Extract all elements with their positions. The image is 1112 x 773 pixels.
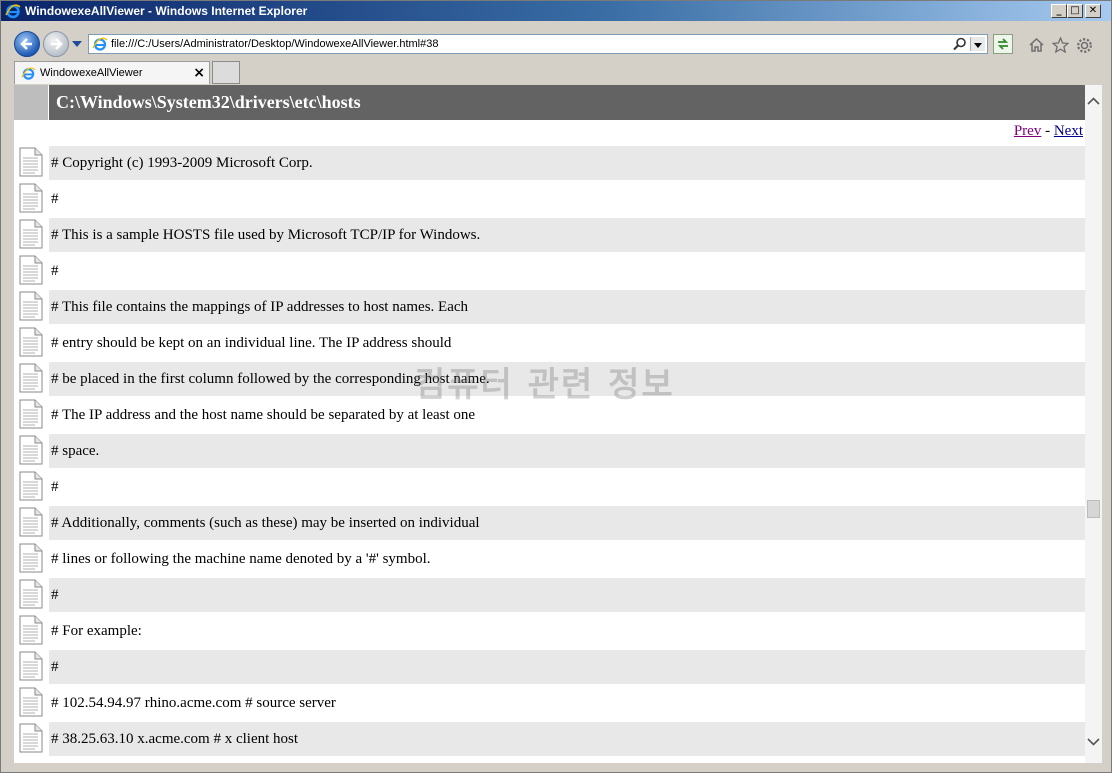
tab-close-button[interactable]: × [193,62,205,85]
navigation-bar: file:///C:/Users/Administrator/Desktop/W… [1,29,1111,61]
file-lines: # Copyright (c) 1993-2009 Microsoft Corp… [14,144,1085,756]
file-line-text: # This file contains the mappings of IP … [49,290,1085,324]
forward-icon [51,38,63,50]
pager-separator: - [1045,123,1051,139]
browser-window: WindowexeAllViewer - Windows Internet Ex… [0,0,1112,773]
file-line-row: # [14,468,1085,504]
file-line-text: # lines or following the machine name de… [51,551,431,567]
file-line-row: # This is a sample HOSTS file used by Mi… [14,216,1085,252]
back-icon [20,38,32,50]
minimize-button[interactable]: _ [1051,4,1067,18]
tools-gear-icon[interactable] [1076,37,1093,54]
compatibility-refresh-icon [997,38,1009,50]
address-dropdown-button[interactable] [970,37,985,51]
prev-link[interactable]: Prev [1014,123,1042,139]
file-line-row: # lines or following the machine name de… [14,540,1085,576]
file-line-row: # 38.25.63.10 x.acme.com # x client host [14,720,1085,756]
file-line-text: # [51,263,59,279]
scroll-up-icon[interactable] [1085,93,1102,110]
home-icon[interactable] [1028,37,1045,53]
text-file-icon [19,687,43,722]
text-file-icon [19,615,43,650]
new-tab-button[interactable] [212,61,240,84]
file-line-text: # space. [49,434,1085,468]
file-line-row: # [14,252,1085,288]
file-line-text: # [51,191,59,207]
scroll-thumb[interactable] [1087,500,1100,518]
file-line-text: # 38.25.63.10 x.acme.com # x client host [49,722,1085,756]
file-header: C:\Windows\System32\drivers\etc\hosts [14,85,1085,120]
file-line-row: # Copyright (c) 1993-2009 Microsoft Corp… [14,144,1085,180]
file-line-row: # [14,180,1085,216]
history-dropdown-icon[interactable] [72,41,82,47]
pager: Prev - Next [1014,123,1083,140]
file-line-text: # entry should be kept on an individual … [51,335,452,351]
file-line-text: # Additionally, comments (such as these)… [49,506,1085,540]
next-link[interactable]: Next [1054,123,1083,139]
maximize-button[interactable]: □ [1067,4,1083,18]
address-bar[interactable]: file:///C:/Users/Administrator/Desktop/W… [88,34,988,54]
page-ie-icon [92,37,108,51]
file-line-text: # [49,650,1085,684]
address-url: file:///C:/Users/Administrator/Desktop/W… [111,38,439,50]
header-icon-column [14,85,48,120]
file-line-row: # [14,576,1085,612]
file-line-row: # This file contains the mappings of IP … [14,288,1085,324]
text-file-icon [19,255,43,290]
tab-bar: WindowexeAllViewer × [1,61,1111,85]
page-content: C:\Windows\System32\drivers\etc\hosts Pr… [14,85,1085,763]
favorites-star-icon[interactable] [1052,37,1069,53]
ie-logo-icon [5,4,21,19]
file-line-row: # 102.54.94.97 rhino.acme.com # source s… [14,684,1085,720]
file-line-text: # [49,578,1085,612]
file-path-title: C:\Windows\System32\drivers\etc\hosts [49,85,1085,120]
file-line-text: # Copyright (c) 1993-2009 Microsoft Corp… [49,146,1085,180]
file-line-text: # [51,479,59,495]
window-title: WindowexeAllViewer - Windows Internet Ex… [25,4,308,18]
file-line-text: # For example: [51,623,142,639]
compatibility-refresh-button[interactable] [993,34,1013,54]
text-file-icon [19,327,43,362]
text-file-icon [19,435,43,470]
close-window-button[interactable]: ✕ [1085,4,1101,18]
file-line-text: # 102.54.94.97 rhino.acme.com # source s… [51,695,336,711]
text-file-icon [19,651,43,686]
file-line-row: # Additionally, comments (such as these)… [14,504,1085,540]
text-file-icon [19,363,43,398]
page-ie-icon [21,67,36,80]
scroll-down-icon[interactable] [1085,733,1102,750]
text-file-icon [19,579,43,614]
title-bar: WindowexeAllViewer - Windows Internet Ex… [1,1,1111,21]
forward-button[interactable] [43,31,69,57]
watermark-text: 컴퓨터 관련 정보 [414,365,675,405]
text-file-icon [19,471,43,506]
file-line-row: # [14,648,1085,684]
text-file-icon [19,543,43,578]
file-line-row: # space. [14,432,1085,468]
text-file-icon [19,723,43,758]
back-button[interactable] [14,31,40,57]
vertical-scrollbar[interactable] [1085,85,1102,763]
tab-label: WindowexeAllViewer [40,67,143,79]
tab-windowexeallviewer[interactable]: WindowexeAllViewer × [14,61,210,84]
text-file-icon [19,183,43,218]
chevron-down-icon [974,43,982,48]
file-line-text: # This is a sample HOSTS file used by Mi… [49,218,1085,252]
file-line-row: # entry should be kept on an individual … [14,324,1085,360]
text-file-icon [19,507,43,542]
search-icon[interactable] [953,37,967,51]
text-file-icon [19,219,43,254]
text-file-icon [19,291,43,326]
text-file-icon [19,399,43,434]
file-line-row: # For example: [14,612,1085,648]
text-file-icon [19,147,43,182]
